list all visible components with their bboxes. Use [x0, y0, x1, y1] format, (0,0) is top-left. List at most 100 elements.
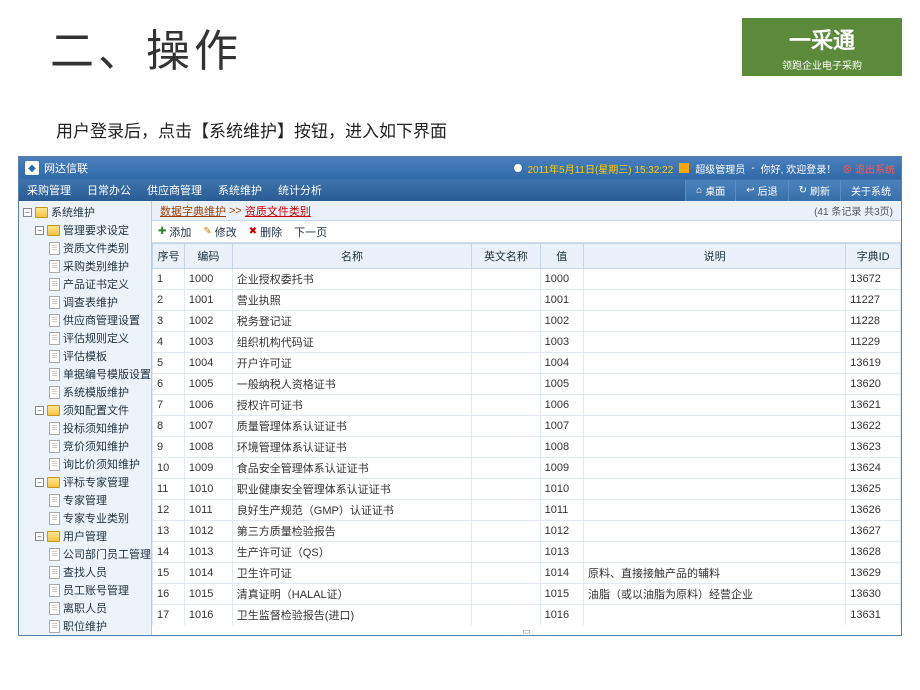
column-header-4[interactable]: 值	[540, 244, 583, 269]
cell: 1003	[540, 332, 583, 353]
table-row[interactable]: 31002税务登记证100211228	[153, 311, 901, 332]
cell: 1015	[184, 584, 232, 605]
menu-button-2[interactable]: ↻刷新	[788, 180, 840, 201]
table-row[interactable]: 111010职业健康安全管理体系认证证书101013625	[153, 479, 901, 500]
table-row[interactable]: 61005一般纳税人资格证书100513620	[153, 374, 901, 395]
tree-group-3[interactable]: −用户管理	[19, 527, 151, 545]
table-row[interactable]: 81007质量管理体系认证证书100713622	[153, 416, 901, 437]
tree-leaf-3-5[interactable]: 企业信息维护	[19, 635, 151, 636]
tree-leaf-0-4[interactable]: 供应商管理设置	[19, 311, 151, 329]
file-icon	[49, 602, 60, 615]
table-row[interactable]: 121011良好生产规范（GMP）认证证书101113626	[153, 500, 901, 521]
column-header-1[interactable]: 编码	[184, 244, 232, 269]
delete-button[interactable]: ✖删除	[249, 224, 282, 240]
cell: 1008	[184, 437, 232, 458]
column-header-2[interactable]: 名称	[232, 244, 471, 269]
table-row[interactable]: 161015清真证明（HALAL证）1015油脂（或以油脂为原料）经营企业136…	[153, 584, 901, 605]
collapse-icon[interactable]: −	[35, 478, 44, 487]
tree-leaf-3-2[interactable]: 员工账号管理	[19, 581, 151, 599]
pencil-icon: ✎	[203, 226, 211, 237]
tree-group-1[interactable]: −须知配置文件	[19, 401, 151, 419]
tree-leaf-0-6[interactable]: 评估模板	[19, 347, 151, 365]
file-icon	[49, 584, 60, 597]
cell: 1002	[540, 311, 583, 332]
breadcrumb-parent[interactable]: 数据字典维护	[160, 203, 226, 219]
column-header-6[interactable]: 字典ID	[846, 244, 901, 269]
brand-logo: 一采通 领跑企业电子采购	[742, 18, 902, 76]
column-header-5[interactable]: 说明	[583, 244, 845, 269]
table-row[interactable]: 51004开户许可证100413619	[153, 353, 901, 374]
add-button[interactable]: ✚添加	[158, 224, 191, 240]
menu-button-1[interactable]: ↩后退	[735, 180, 787, 201]
tree-group-0[interactable]: −管理要求设定	[19, 221, 151, 239]
table-row[interactable]: 131012第三方质量检验报告101213627	[153, 521, 901, 542]
folder-icon	[35, 207, 48, 218]
edit-button[interactable]: ✎修改	[203, 224, 236, 240]
table-row[interactable]: 91008环境管理体系认证证书100813623	[153, 437, 901, 458]
column-header-3[interactable]: 英文名称	[472, 244, 540, 269]
tree-leaf-1-2[interactable]: 询比价须知维护	[19, 455, 151, 473]
menu-button-0[interactable]: ⌂桌面	[685, 180, 735, 201]
table-row[interactable]: 101009食品安全管理体系认证证书100913624	[153, 458, 901, 479]
table-row[interactable]: 41003组织机构代码证100311229	[153, 332, 901, 353]
cell: 17	[153, 605, 185, 626]
breadcrumb: 数据字典维护 >> 资质文件类别 (41 条记录 共3页)	[152, 201, 901, 221]
file-icon	[49, 494, 60, 507]
collapse-icon[interactable]: −	[35, 406, 44, 415]
tree-leaf-2-1[interactable]: 专家专业类别	[19, 509, 151, 527]
table-row[interactable]: 141013生产许可证（QS）101313628	[153, 542, 901, 563]
menu-item-1[interactable]: 日常办公	[87, 182, 131, 198]
menu-item-4[interactable]: 统计分析	[278, 182, 322, 198]
tree-leaf-0-8[interactable]: 系统模版维护	[19, 383, 151, 401]
collapse-icon[interactable]: −	[35, 226, 44, 235]
tree-leaf-3-0[interactable]: 公司部门员工管理	[19, 545, 151, 563]
collapse-icon[interactable]: −	[23, 208, 32, 217]
menu-item-0[interactable]: 采购管理	[27, 182, 71, 198]
tree-leaf-0-3[interactable]: 调查表维护	[19, 293, 151, 311]
collapse-icon[interactable]: −	[35, 532, 44, 541]
menu-item-3[interactable]: 系统维护	[218, 182, 262, 198]
datetime-display: 2011年5月11日(星期三) 15:32:22	[528, 161, 674, 176]
table-row[interactable]: 21001营业执照100111227	[153, 290, 901, 311]
cell	[472, 563, 540, 584]
tree-leaf-1-0[interactable]: 投标须知维护	[19, 419, 151, 437]
x-icon: ✖	[249, 226, 257, 237]
tree-leaf-3-1[interactable]: 查找人员	[19, 563, 151, 581]
tree-root-node[interactable]: −系统维护	[19, 203, 151, 221]
column-header-0[interactable]: 序号	[153, 244, 185, 269]
table-row[interactable]: 11000企业授权委托书100013672	[153, 269, 901, 290]
tree-leaf-1-1[interactable]: 竞价须知维护	[19, 437, 151, 455]
tree-leaf-0-1[interactable]: 采购类别维护	[19, 257, 151, 275]
cell: 13626	[846, 500, 901, 521]
cell	[583, 395, 845, 416]
cell: 1001	[540, 290, 583, 311]
cell: 11	[153, 479, 185, 500]
tree-leaf-2-0[interactable]: 专家管理	[19, 491, 151, 509]
table-row[interactable]: 171016卫生监督检验报告(进口)101613631	[153, 605, 901, 626]
menu-item-2[interactable]: 供应商管理	[147, 182, 202, 198]
file-icon	[49, 332, 60, 345]
cell: 1015	[540, 584, 583, 605]
table-row[interactable]: 151014卫生许可证1014原料、直接接触产品的辅料13629	[153, 563, 901, 584]
menu-button-3[interactable]: 关于系统	[840, 180, 901, 201]
sidebar-tree[interactable]: −系统维护−管理要求设定资质文件类别采购类别维护产品证书定义调查表维护供应商管理…	[19, 201, 152, 636]
menu-btn-icon: ⌂	[696, 185, 702, 196]
tree-leaf-3-4[interactable]: 职位维护	[19, 617, 151, 635]
tree-leaf-3-3[interactable]: 离职人员	[19, 599, 151, 617]
file-icon	[49, 314, 60, 327]
breadcrumb-current[interactable]: 资质文件类别	[245, 203, 311, 219]
tree-leaf-0-7[interactable]: 单据编号模版设置	[19, 365, 151, 383]
tree-leaf-0-0[interactable]: 资质文件类别	[19, 239, 151, 257]
tree-leaf-0-5[interactable]: 评估规则定义	[19, 329, 151, 347]
cell: 2	[153, 290, 185, 311]
cell: 生产许可证（QS）	[232, 542, 471, 563]
tree-group-2[interactable]: −评标专家管理	[19, 473, 151, 491]
table-row[interactable]: 71006授权许可证书100613621	[153, 395, 901, 416]
cell: 1004	[540, 353, 583, 374]
exit-system-link[interactable]: ⊗ 退出系统	[842, 161, 895, 176]
cell: 1016	[540, 605, 583, 626]
cell	[472, 479, 540, 500]
cell: 6	[153, 374, 185, 395]
tree-leaf-0-2[interactable]: 产品证书定义	[19, 275, 151, 293]
next-page-button[interactable]: 下一页	[294, 224, 327, 240]
